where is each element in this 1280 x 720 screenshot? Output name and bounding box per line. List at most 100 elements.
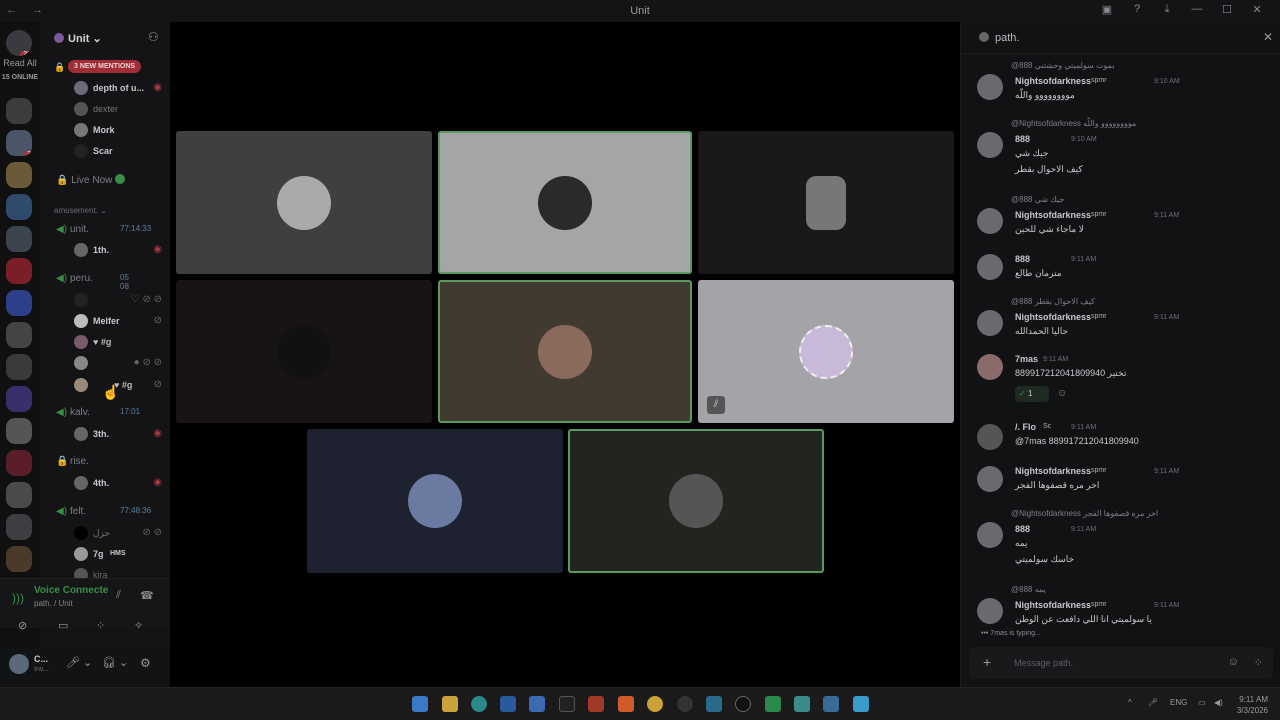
reply-preview[interactable]: @888 جيك شي xyxy=(1011,195,1064,204)
close-button[interactable]: ✕ xyxy=(1242,3,1272,16)
guild-header[interactable]: Unit ⌄ xyxy=(54,32,102,45)
avatar[interactable] xyxy=(9,654,29,674)
server-icon[interactable] xyxy=(6,258,32,284)
headphones-icon[interactable]: 🎧︎ ⌄ xyxy=(102,656,128,669)
server-icon[interactable] xyxy=(6,418,32,444)
app-icon[interactable] xyxy=(765,696,781,712)
app-icon[interactable] xyxy=(823,696,839,712)
server-icon[interactable] xyxy=(6,226,32,252)
file-explorer-icon[interactable] xyxy=(442,696,458,712)
avatar[interactable] xyxy=(977,208,1003,234)
activities-icon[interactable]: ⁘ xyxy=(96,619,105,632)
voice-member[interactable]: 3th. ◉ xyxy=(40,424,170,444)
voice-member[interactable]: Melfer ⊘ xyxy=(40,311,170,331)
participant-tile[interactable] xyxy=(438,280,692,423)
read-all-button[interactable]: Read All xyxy=(0,58,40,68)
start-icon[interactable] xyxy=(412,696,428,712)
participant-tile[interactable] xyxy=(176,131,432,274)
new-mentions-pill[interactable]: 3 NEW MENTIONS xyxy=(68,60,142,73)
live-now-item[interactable]: 🔒 Live Now xyxy=(56,174,126,186)
emoji-icon[interactable]: ☺ xyxy=(1228,656,1239,668)
participant-tile[interactable] xyxy=(698,131,954,274)
terminal-icon[interactable] xyxy=(559,696,575,712)
voice-member[interactable]: 4th. ◉ xyxy=(40,473,170,493)
system-clock[interactable]: 9:11 AM 3/3/2026 xyxy=(1237,694,1268,716)
reply-preview[interactable]: @888 بموت سولميتي وحشتني xyxy=(1011,61,1115,70)
avatar[interactable] xyxy=(977,598,1003,624)
voice-channel-peru[interactable]: ◀) peru. 05 08 xyxy=(56,273,129,291)
notepad-icon[interactable] xyxy=(853,696,869,712)
message-author[interactable]: Nightsofdarkness xyxy=(1015,210,1091,220)
voice-member[interactable]: حزل ⊘ ⊘ xyxy=(40,523,170,543)
microphone-icon[interactable]: 🎤︎ xyxy=(1148,698,1158,707)
avatar[interactable] xyxy=(977,354,1003,380)
reaction-chip[interactable]: ✓ 1 xyxy=(1015,386,1049,402)
voice-member[interactable]: ♥ #g xyxy=(40,332,170,352)
participant-tile[interactable] xyxy=(568,429,824,573)
server-icon[interactable] xyxy=(6,514,32,540)
server-icon[interactable] xyxy=(6,290,32,316)
avatar[interactable] xyxy=(977,424,1003,450)
server-icon[interactable] xyxy=(6,194,32,220)
add-reaction-icon[interactable]: ☺ xyxy=(1057,388,1067,399)
message-author[interactable]: Nightsofdarkness xyxy=(1015,466,1091,476)
app-icon[interactable] xyxy=(647,696,663,712)
reply-preview[interactable]: @Nightsofdarkness اخر مره قصفوها الفجر xyxy=(1011,509,1158,518)
network-icon[interactable]: ▭ xyxy=(1198,698,1206,707)
message-author[interactable]: 888 xyxy=(1015,254,1030,264)
reply-preview[interactable]: @Nightsofdarkness موووووووو واللّه xyxy=(1011,119,1136,128)
tray-chevron-icon[interactable]: ^ xyxy=(1128,698,1132,707)
avatar[interactable] xyxy=(977,466,1003,492)
app-icon[interactable] xyxy=(588,696,604,712)
voice-member[interactable]: ● ⊘ ⊘ xyxy=(40,353,170,373)
server-icon[interactable] xyxy=(6,482,32,508)
voice-channel-rise[interactable]: 🔒 rise. xyxy=(56,456,89,467)
download-icon[interactable]: ⤓ xyxy=(1152,3,1182,16)
app-icon[interactable] xyxy=(706,696,722,712)
voice-channel-felt[interactable]: ◀) felt. 77:48:36 xyxy=(56,506,151,517)
participant-tile[interactable]: ⫽ xyxy=(698,280,954,423)
server-icon[interactable] xyxy=(6,386,32,412)
participant-tile[interactable] xyxy=(438,131,692,274)
message-author[interactable]: /. Flo xyxy=(1015,422,1036,432)
brave-icon[interactable] xyxy=(618,696,634,712)
signal-icon[interactable]: ))) xyxy=(12,591,24,605)
server-icon[interactable] xyxy=(6,162,32,188)
message-author[interactable]: 888 xyxy=(1015,134,1030,144)
voice-member[interactable]: 1th. ◉ xyxy=(40,240,170,260)
screen-share-icon[interactable]: ▭ xyxy=(58,619,68,632)
avatar[interactable] xyxy=(977,522,1003,548)
message-author[interactable]: Nightsofdarkness xyxy=(1015,600,1091,610)
member-row[interactable]: Scar xyxy=(40,141,170,161)
message-author[interactable]: Nightsofdarkness xyxy=(1015,76,1091,86)
vscode-icon[interactable] xyxy=(794,696,810,712)
message-author[interactable]: 7mas xyxy=(1015,354,1038,364)
server-icon[interactable]: 3 xyxy=(6,130,32,156)
noise-suppression-icon[interactable]: ⫽ xyxy=(116,589,121,602)
member-row[interactable]: Mork xyxy=(40,120,170,140)
message-author[interactable]: 888 xyxy=(1015,524,1030,534)
reply-preview[interactable]: @888 كيف الاحوال بقطر xyxy=(1011,297,1095,306)
disconnect-icon[interactable]: ☎ xyxy=(140,589,154,602)
inbox-icon[interactable]: ▣ xyxy=(1092,3,1122,16)
message-composer[interactable]: + Message path. ☺ ⁘ xyxy=(969,647,1273,679)
participant-tile[interactable] xyxy=(307,429,563,573)
server-icon[interactable] xyxy=(6,354,32,380)
microphone-icon[interactable]: 🎤︎ ⌄ xyxy=(66,656,92,669)
apps-icon[interactable]: ⁘ xyxy=(1254,656,1263,669)
store-icon[interactable] xyxy=(500,696,516,712)
message-author[interactable]: Nightsofdarkness xyxy=(1015,312,1091,322)
avatar[interactable] xyxy=(977,74,1003,100)
app-icon[interactable] xyxy=(735,696,751,712)
server-icon[interactable] xyxy=(6,546,32,572)
edge-icon[interactable] xyxy=(471,696,487,712)
app-icon[interactable] xyxy=(529,696,545,712)
add-attachment-icon[interactable]: + xyxy=(983,654,991,670)
member-row[interactable]: dexter xyxy=(40,99,170,119)
language-indicator[interactable]: ENG xyxy=(1170,698,1187,707)
close-icon[interactable]: ✕ xyxy=(1263,30,1273,44)
category-label[interactable]: amusement. ⌄ xyxy=(54,206,107,215)
voice-channel-unit[interactable]: ◀) unit. 77:14:33 xyxy=(56,224,151,235)
gear-icon[interactable]: ⚙ xyxy=(140,656,151,670)
maximize-button[interactable]: ☐ xyxy=(1212,3,1242,16)
